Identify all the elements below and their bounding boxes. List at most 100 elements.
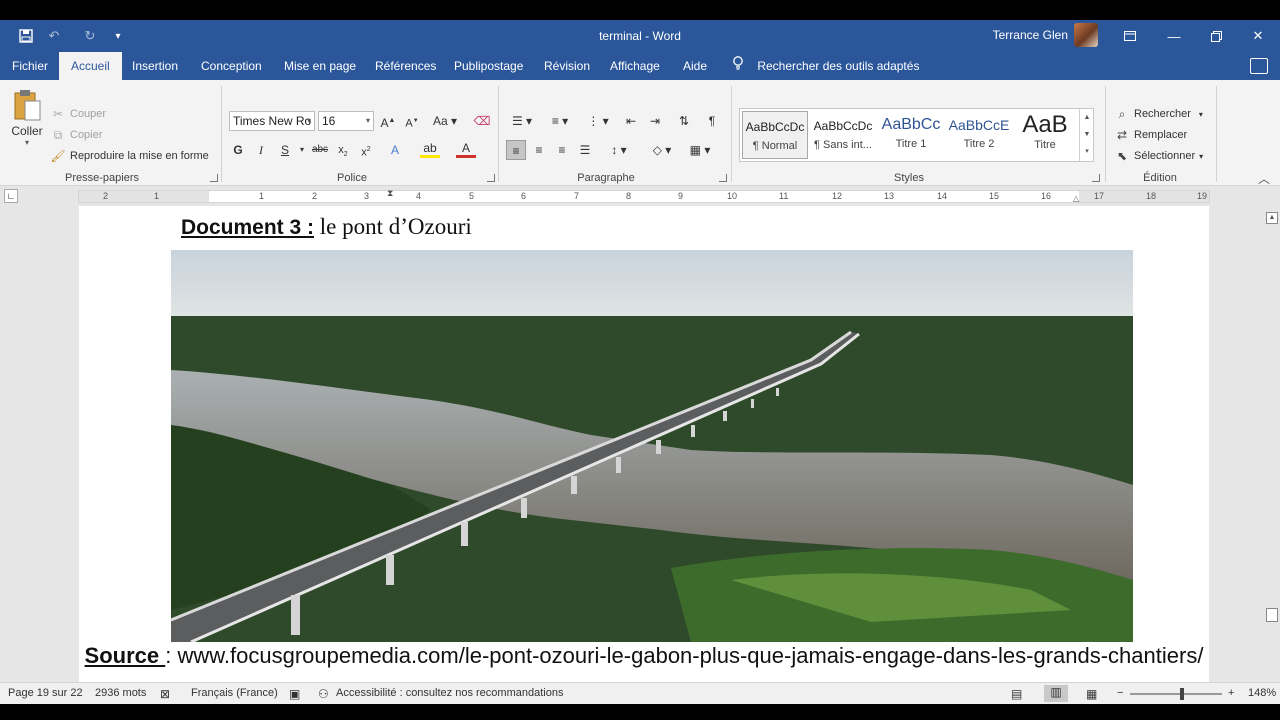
source-url[interactable]: : www.focusgroupemedia.com/le-pont-ozour… (165, 643, 1203, 668)
ruler-strip[interactable]: 2 1 1 2 3 4 5 6 7 8 9 10 11 12 13 14 15 … (78, 188, 1210, 203)
customize-qat-icon[interactable]: ▾ (108, 26, 128, 46)
tab-insertion[interactable]: Insertion (130, 52, 180, 80)
right-indent-marker-icon[interactable]: △ (1073, 194, 1079, 203)
format-painter-button[interactable]: 🖌 Reproduire la mise en forme (50, 148, 208, 164)
bold-icon[interactable]: G (228, 140, 248, 160)
justify-icon[interactable]: ☰ (575, 140, 595, 160)
tab-revision[interactable]: Révision (542, 52, 592, 80)
bridge-photo[interactable] (171, 250, 1133, 642)
zoom-slider[interactable] (1130, 693, 1222, 695)
tell-me-search[interactable]: Rechercher des outils adaptés (732, 52, 919, 80)
copy-button[interactable]: ⧉ Copier (50, 127, 103, 143)
page-count[interactable]: Page 19 sur 22 (8, 687, 83, 699)
text-effects-icon[interactable]: A (385, 140, 405, 160)
ruler-label: 2 (312, 191, 318, 201)
scroll-up-icon[interactable]: ▲ (1266, 212, 1278, 224)
user-name[interactable]: Terrance Glen (968, 28, 1068, 42)
align-center-icon[interactable]: ≡ (529, 140, 549, 160)
sort-icon[interactable]: ⇅ (674, 111, 694, 131)
multilevel-list-icon[interactable]: ⋮ ▾ (582, 111, 614, 131)
tab-conception[interactable]: Conception (199, 52, 264, 80)
strikethrough-icon[interactable]: abc (310, 140, 330, 160)
pilcrow-icon[interactable]: ¶ (702, 111, 722, 131)
italic-icon[interactable]: I (251, 140, 271, 160)
numbering-icon[interactable]: ≡ ▾ (544, 111, 576, 131)
tab-aide[interactable]: Aide (681, 52, 709, 80)
align-left-icon[interactable]: ≡ (506, 140, 526, 160)
grow-font-icon[interactable]: A▲ (378, 111, 398, 131)
tab-mise-en-page[interactable]: Mise en page (282, 52, 358, 80)
avatar[interactable] (1074, 23, 1098, 47)
ribbon-display-options-icon[interactable] (1108, 20, 1152, 52)
group-divider (1216, 86, 1217, 182)
redo-icon[interactable]: ↻ (80, 26, 100, 46)
find-button[interactable]: ⌕ Rechercher ▾ (1114, 106, 1203, 122)
zoom-level[interactable]: 148% (1248, 687, 1276, 699)
highlight-icon[interactable]: ab (420, 140, 440, 158)
dictation-icon[interactable]: ▣ (289, 687, 300, 701)
line-spacing-icon[interactable]: ↕ ▾ (604, 140, 634, 160)
zoom-out-icon[interactable]: − (1117, 687, 1123, 699)
subscript-icon[interactable]: x2 (333, 140, 353, 160)
clear-formatting-icon[interactable]: ⌫ (472, 111, 492, 131)
change-case-icon[interactable]: Aa ▾ (430, 111, 460, 131)
group-divider (498, 86, 499, 182)
font-size-select[interactable]: 16 ▾ (318, 111, 374, 131)
superscript-icon[interactable]: x2 (356, 140, 376, 160)
style-heading-1[interactable]: AaBbCc Titre 1 (878, 111, 944, 159)
style-no-spacing[interactable]: AaBbCcDc ¶ Sans int... (810, 111, 876, 159)
close-icon[interactable]: ✕ (1236, 20, 1280, 52)
zoom-slider-thumb[interactable] (1180, 688, 1184, 700)
comments-icon[interactable] (1250, 58, 1268, 74)
tab-fichier[interactable]: Fichier (10, 52, 50, 80)
shrink-font-icon[interactable]: A▼ (402, 111, 422, 131)
select-button[interactable]: ⬉ Sélectionner ▾ (1114, 148, 1203, 164)
chevron-down-icon[interactable]: ▾ (292, 140, 312, 160)
decrease-indent-icon[interactable]: ⇤ (621, 111, 641, 131)
language[interactable]: Français (France) (191, 687, 278, 699)
style-title[interactable]: AaB Titre (1012, 111, 1078, 159)
style-normal[interactable]: AaBbCcDc ¶ Normal (742, 111, 808, 159)
collapse-ribbon-icon[interactable]: ︿ (1258, 170, 1270, 187)
style-heading-2[interactable]: AaBbCcE Titre 2 (946, 111, 1012, 159)
align-right-icon[interactable]: ≡ (552, 140, 572, 160)
web-layout-icon[interactable]: ▦ (1086, 687, 1097, 701)
cut-button[interactable]: ✂ Couper (50, 106, 106, 122)
clipboard-group-label: Presse-papiers (65, 172, 139, 184)
zoom-in-icon[interactable]: + (1228, 687, 1234, 699)
tab-references[interactable]: Références (373, 52, 438, 80)
document-heading[interactable]: Document 3 : le pont d’Ozouri (181, 214, 472, 240)
replace-button[interactable]: ⇄ Remplacer (1114, 127, 1187, 143)
restore-icon[interactable] (1194, 20, 1238, 52)
save-icon[interactable] (16, 26, 36, 46)
undo-icon[interactable]: ↶ (44, 26, 64, 46)
styles-launcher-icon[interactable] (1092, 174, 1100, 182)
borders-icon[interactable]: ▦ ▾ (684, 140, 716, 160)
font-color-icon[interactable]: A (456, 140, 476, 158)
word-count[interactable]: 2936 mots (95, 687, 146, 699)
paste-button[interactable]: Coller ▾ (8, 86, 46, 150)
increase-indent-icon[interactable]: ⇥ (645, 111, 665, 131)
clipboard-launcher-icon[interactable] (210, 174, 218, 182)
font-family-select[interactable]: Times New Ro ▾ (229, 111, 315, 131)
font-launcher-icon[interactable] (487, 174, 495, 182)
vertical-scrollbar[interactable]: ▲ ▼ (1264, 206, 1280, 682)
source-citation[interactable]: Source : www.focusgroupemedia.com/le-pon… (79, 638, 1209, 674)
accessibility-status[interactable]: Accessibilité : consultez nos recommanda… (336, 687, 563, 699)
read-mode-icon[interactable]: ▤ (1011, 687, 1022, 701)
indent-marker-icon[interactable]: ⧗ (387, 188, 393, 199)
styles-scroll[interactable]: ▲ ▼ ▾ (1079, 109, 1094, 161)
tab-selector-icon[interactable]: ∟ (4, 189, 18, 203)
minimize-icon[interactable]: — (1152, 20, 1196, 52)
tab-accueil[interactable]: Accueil (59, 52, 122, 80)
scroll-thumb[interactable] (1266, 608, 1278, 622)
paragraph-launcher-icon[interactable] (719, 174, 727, 182)
tab-affichage[interactable]: Affichage (608, 52, 662, 80)
bullets-icon[interactable]: ☰ ▾ (506, 111, 538, 131)
document-page[interactable]: Document 3 : le pont d’Ozouri Source: w… (79, 206, 1209, 682)
ruler-label: 3 (364, 191, 370, 201)
tab-publipostage[interactable]: Publipostage (452, 52, 525, 80)
shading-icon[interactable]: ◇ ▾ (646, 140, 678, 160)
proofing-icon[interactable]: ⊠ (160, 687, 170, 701)
print-layout-icon[interactable]: ▥ (1044, 685, 1068, 702)
